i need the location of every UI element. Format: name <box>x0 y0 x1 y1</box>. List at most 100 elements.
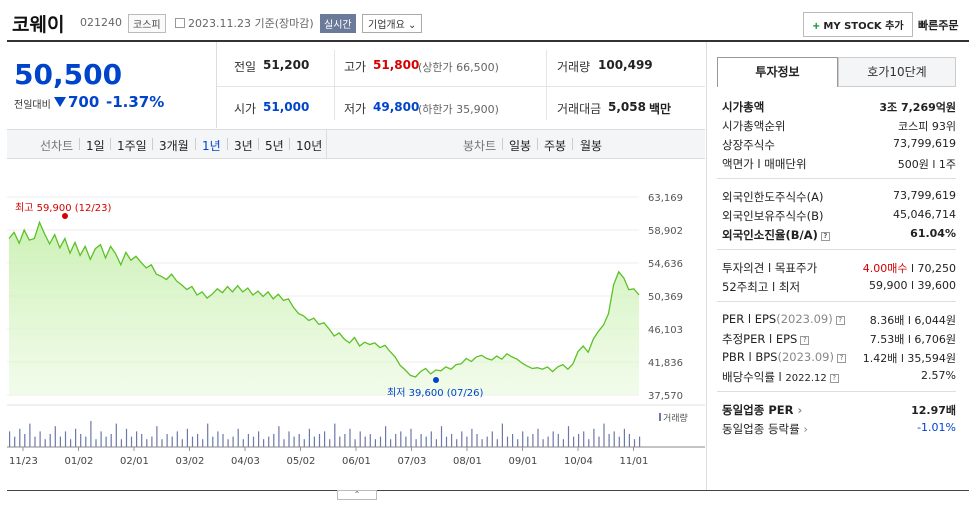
volume-bar <box>385 426 387 447</box>
volume-bar <box>613 431 615 447</box>
volume-bar <box>288 431 290 447</box>
period-3y[interactable]: 3년 <box>232 137 255 154</box>
market-cap-rank-label: 시가총액순위 <box>722 119 786 133</box>
volume-bar <box>501 423 503 447</box>
plus-icon: + <box>812 21 821 32</box>
volume-bar <box>552 431 554 447</box>
market-cap-rank-value: 코스피 93위 <box>898 120 956 133</box>
nav-divider <box>572 138 573 150</box>
corp-overview-label: 기업개요 <box>368 20 405 31</box>
volume-bar <box>456 439 458 447</box>
volume-bar <box>588 439 590 447</box>
x-tick-label: 11/01 <box>620 456 649 467</box>
help-icon[interactable]: ? <box>829 374 839 383</box>
volume-bar <box>161 439 163 447</box>
opinion-label: 투자의견 l 목표주가 <box>722 261 818 275</box>
prev-close-value: 51,200 <box>263 58 310 72</box>
volume-bar <box>639 436 641 447</box>
volume-bar <box>451 434 453 447</box>
quick-order-button[interactable]: 빠른주문 <box>918 17 958 33</box>
candle-monthly[interactable]: 월봉 <box>578 137 604 154</box>
volume-bar <box>268 436 270 447</box>
volume-bar <box>400 431 402 447</box>
period-1y[interactable]: 1년 <box>200 137 223 154</box>
help-icon[interactable]: ? <box>835 316 845 325</box>
volume-bar <box>313 436 315 447</box>
candle-chart-label: 봉차트 <box>463 139 497 153</box>
volume-bar <box>156 426 158 447</box>
volume-bar <box>557 434 559 447</box>
par-value-label: 액면가 l 매매단위 <box>722 157 807 171</box>
x-tick-label: 06/01 <box>342 456 371 467</box>
opinion-value: 4.00매수 l 70,250 <box>863 260 956 276</box>
period-1d[interactable]: 1일 <box>84 137 107 154</box>
x-tick-label: 10/04 <box>564 456 593 467</box>
volume-bar <box>85 436 87 447</box>
volume-bar <box>445 436 448 447</box>
x-tick-label: 08/01 <box>453 456 482 467</box>
volume-bar <box>9 431 11 447</box>
volume-bar <box>171 436 173 447</box>
date-text: 2023.11.23 기준(장마감) <box>188 17 314 30</box>
volume-bar <box>75 428 77 447</box>
nav-divider <box>537 138 538 150</box>
volume-bar <box>95 439 97 447</box>
nav-divider <box>110 138 111 150</box>
par-value-value: 500원 l 1주 <box>897 158 956 171</box>
open-value: 51,000 <box>263 100 310 114</box>
volume-bar <box>197 434 199 447</box>
volume-bar <box>212 436 214 447</box>
low-label: 저가 <box>344 102 367 116</box>
y-tick-label: 41,836 <box>648 358 683 369</box>
volume-bar <box>562 439 564 447</box>
corp-overview-button[interactable]: 기업개요 ⌄ <box>362 14 423 33</box>
volume-bar <box>547 436 549 447</box>
volume-bar <box>308 428 310 447</box>
period-1w[interactable]: 1주일 <box>115 137 149 154</box>
volume-bar <box>120 439 122 447</box>
tab-orderbook-10[interactable]: 호가10단계 <box>838 57 956 87</box>
amount-unit: 백만 <box>649 102 672 116</box>
candle-weekly[interactable]: 주봉 <box>542 137 568 154</box>
volume-bar <box>359 431 361 447</box>
market-cap-value: 3조 7,269억원 <box>879 101 956 114</box>
period-5y[interactable]: 5년 <box>263 137 286 154</box>
volume-bar <box>303 439 305 447</box>
prev-close-label: 전일 <box>234 60 257 74</box>
volume-bar <box>64 431 67 447</box>
volume-bar <box>283 439 285 447</box>
volume-bar <box>628 434 630 447</box>
listed-shares-value: 73,799,619 <box>893 137 956 150</box>
volume-bar <box>567 426 570 447</box>
volume-bar <box>298 434 300 447</box>
volume-bar <box>227 439 229 447</box>
foreign-limit-label: 외국인한도주식수(A) <box>722 190 824 204</box>
volume-bar <box>39 431 41 447</box>
x-tick-label: 09/01 <box>509 456 538 467</box>
nav-divider <box>152 138 153 150</box>
x-axis-ticks: 11/23 01/02 02/01 03/02 04/03 05/02 06/01 07/03… <box>9 447 648 467</box>
price-chart[interactable]: 63,169 58,902 54,636 50,369 46,103 41,836 37,5… <box>7 165 705 495</box>
week52-label: 52주최고 l 최저 <box>722 280 801 294</box>
stock-code: 021240 <box>80 16 122 29</box>
opinion-text: 4.00매수 <box>862 262 908 275</box>
volume-value: 100,499 <box>598 58 653 72</box>
nav-divider <box>79 138 80 150</box>
help-icon[interactable]: ? <box>836 354 846 363</box>
help-icon[interactable]: ? <box>800 336 810 345</box>
period-3m[interactable]: 3개월 <box>157 137 191 154</box>
volume-bar <box>339 436 341 447</box>
live-badge[interactable]: 실시간 <box>320 14 356 33</box>
mystock-add-button[interactable]: + MY STOCK 추가 <box>803 12 913 37</box>
candle-daily[interactable]: 일봉 <box>507 137 533 154</box>
volume-bar <box>232 436 234 447</box>
nav-divider <box>258 138 259 150</box>
price-area <box>9 222 639 395</box>
tab-invest-info[interactable]: 투자정보 <box>717 57 838 87</box>
volume-bar <box>542 439 544 447</box>
period-10y[interactable]: 10년 <box>294 137 324 154</box>
dividend-text: 배당수익률 l <box>722 370 782 384</box>
volume-bar <box>466 436 468 447</box>
help-icon[interactable]: ? <box>820 232 830 241</box>
collapse-chevron-button[interactable]: ⌃ <box>337 490 377 500</box>
